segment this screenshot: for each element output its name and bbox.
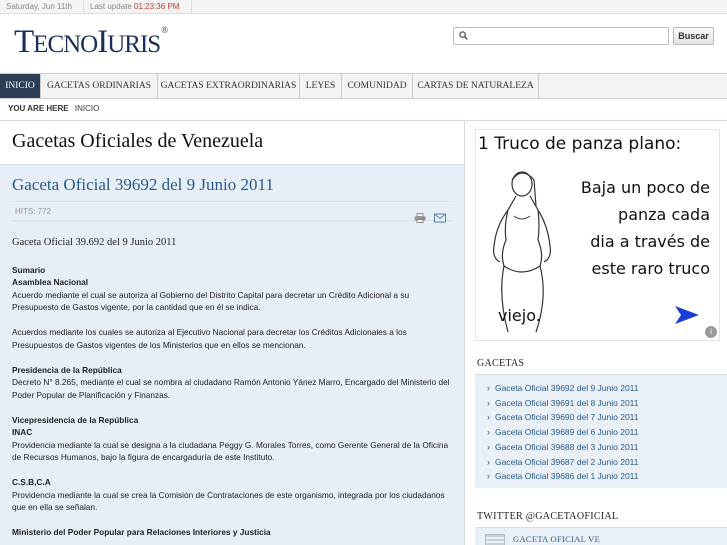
sidebar: 1 Truco de panza plano: Baja un poco de …	[464, 120, 727, 545]
hits-count: HITS: 772	[15, 207, 52, 216]
nav-cartas-de-naturaleza[interactable]: CARTAS DE NATURALEZA	[413, 74, 539, 98]
logo-part-uris: URIS	[107, 31, 161, 58]
arrow-right-icon[interactable]	[675, 306, 699, 324]
section-presidencia-p1: Decreto N° 8.265, mediante el cual se no…	[12, 377, 450, 400]
gaceta-link[interactable]: Gaceta Oficial 39686 del 1 Junio 2011	[475, 469, 727, 484]
email-icon[interactable]	[434, 211, 446, 223]
twitter-name[interactable]: GACETA OFICIAL VE	[513, 534, 600, 544]
gacetas-list: Gaceta Oficial 39692 del 9 Junio 2011 Ga…	[475, 375, 727, 488]
section-csb-title: C.S.B,C.A	[12, 477, 51, 487]
top-bar: Saturday, Jun 11th Last update 01:23:36 …	[0, 0, 727, 14]
main-content: Gacetas Oficiales de Venezuela Gaceta Of…	[0, 120, 464, 545]
last-update-label: Last update	[90, 2, 132, 11]
current-date: Saturday, Jun 11th	[0, 0, 84, 14]
nav-inicio[interactable]: INICIO	[0, 74, 41, 98]
gaceta-link[interactable]: Gaceta Oficial 39689 del 6 Junio 2011	[475, 425, 727, 440]
sumario-heading: Sumario	[12, 264, 46, 275]
search-icon	[459, 31, 468, 40]
search-button[interactable]: Buscar	[673, 27, 714, 45]
nav-leyes[interactable]: LEYES	[300, 74, 342, 98]
last-update-time: 01:23:36 PM	[134, 2, 180, 11]
registered-mark: ®	[161, 25, 168, 35]
article-meta: HITS: 772	[12, 201, 452, 223]
article-title[interactable]: Gaceta Oficial 39692 del 9 Junio 2011	[12, 175, 274, 195]
gaceta-link[interactable]: Gaceta Oficial 39687 del 2 Junio 2011	[475, 455, 727, 470]
advertisement[interactable]: 1 Truco de panza plano: Baja un poco de …	[475, 129, 720, 341]
ad-line-5: viejo.	[498, 306, 541, 325]
print-icon[interactable]	[414, 211, 426, 223]
logo-part-ecno: ECNO	[33, 31, 98, 58]
nav-comunidad[interactable]: COMUNIDAD	[342, 74, 413, 98]
breadcrumb-label: YOU ARE HERE	[8, 104, 69, 113]
page-title: Gacetas Oficiales de Venezuela	[12, 130, 264, 152]
ad-info-icon[interactable]: i	[705, 326, 717, 338]
section-inac-p1: Providencia mediante la cual se designa …	[12, 439, 449, 463]
article-actions	[408, 206, 446, 226]
twitter-widget: TWITTER @GACETAOFICIAL GACETA OFICIAL VE	[475, 506, 727, 545]
site-header: TECNOIURIS® Buscar	[0, 14, 727, 70]
ad-title: 1 Truco de panza plano:	[478, 134, 682, 154]
section-asamblea-p1: Acuerdo mediante el cual se autoriza al …	[12, 289, 410, 313]
gacetas-widget: GACETAS Gaceta Oficial 39692 del 9 Junio…	[475, 353, 727, 488]
ad-line-1: Baja un poco de	[580, 178, 710, 197]
site-logo[interactable]: TECNOIURIS®	[14, 22, 168, 65]
section-presidencia-title: Presidencia de la República	[12, 364, 122, 375]
gaceta-link[interactable]: Gaceta Oficial 39691 del 8 Junio 2011	[475, 396, 727, 411]
logo-letter-i: I	[97, 24, 108, 60]
twitter-title: TWITTER @GACETAOFICIAL	[475, 506, 727, 528]
breadcrumb: YOU ARE HERE INICIO	[0, 100, 727, 118]
ad-line-2: panza cada	[618, 205, 710, 224]
twitter-avatar	[485, 534, 505, 545]
logo-letter-t: T	[14, 24, 34, 60]
section-inac-title: INAC	[12, 427, 33, 437]
ad-line-3: dia a través de	[590, 232, 710, 251]
gaceta-link[interactable]: Gaceta Oficial 39690 del 7 Junio 2011	[475, 410, 727, 425]
last-update: Last update 01:23:36 PM	[84, 0, 192, 14]
section-ministerio-title: Ministerio del Poder Popular para Relaci…	[12, 527, 271, 537]
content-heading: Gaceta Oficial 39.692 del 9 Junio 2011	[12, 237, 177, 248]
section-asamblea-title: Asamblea Nacional	[12, 277, 89, 287]
ad-text: Baja un poco de panza cada dia a través …	[540, 174, 718, 282]
page-heading: Gacetas Oficiales de Venezuela	[0, 121, 464, 165]
twitter-profile[interactable]: GACETA OFICIAL VE	[475, 528, 727, 545]
search-box[interactable]	[453, 27, 669, 45]
breadcrumb-current[interactable]: INICIO	[75, 104, 99, 113]
main-nav: INICIO GACETAS ORDINARIAS GACETAS EXTRAO…	[0, 73, 727, 99]
gaceta-link[interactable]: Gaceta Oficial 39692 del 9 Junio 2011	[475, 381, 727, 396]
section-asamblea-p2: Acuerdos mediante los cuales se autoriza…	[12, 327, 407, 350]
section-csb-p1: Providencia mediante la cual se crea la …	[12, 489, 445, 513]
search-input[interactable]	[472, 29, 666, 43]
section-vicepresidencia-title: Vicepresidencia de la República	[12, 414, 139, 425]
nav-gacetas-ordinarias[interactable]: GACETAS ORDINARIAS	[41, 74, 158, 98]
article-body: Gaceta Oficial 39.692 del 9 Junio 2011 S…	[12, 237, 452, 539]
nav-gacetas-extraordinarias[interactable]: GACETAS EXTRAORDINARIAS	[158, 74, 300, 98]
ad-line-4: este raro truco	[591, 259, 710, 278]
gaceta-link[interactable]: Gaceta Oficial 39688 del 3 Junio 2011	[475, 440, 727, 455]
gacetas-title: GACETAS	[475, 353, 727, 375]
